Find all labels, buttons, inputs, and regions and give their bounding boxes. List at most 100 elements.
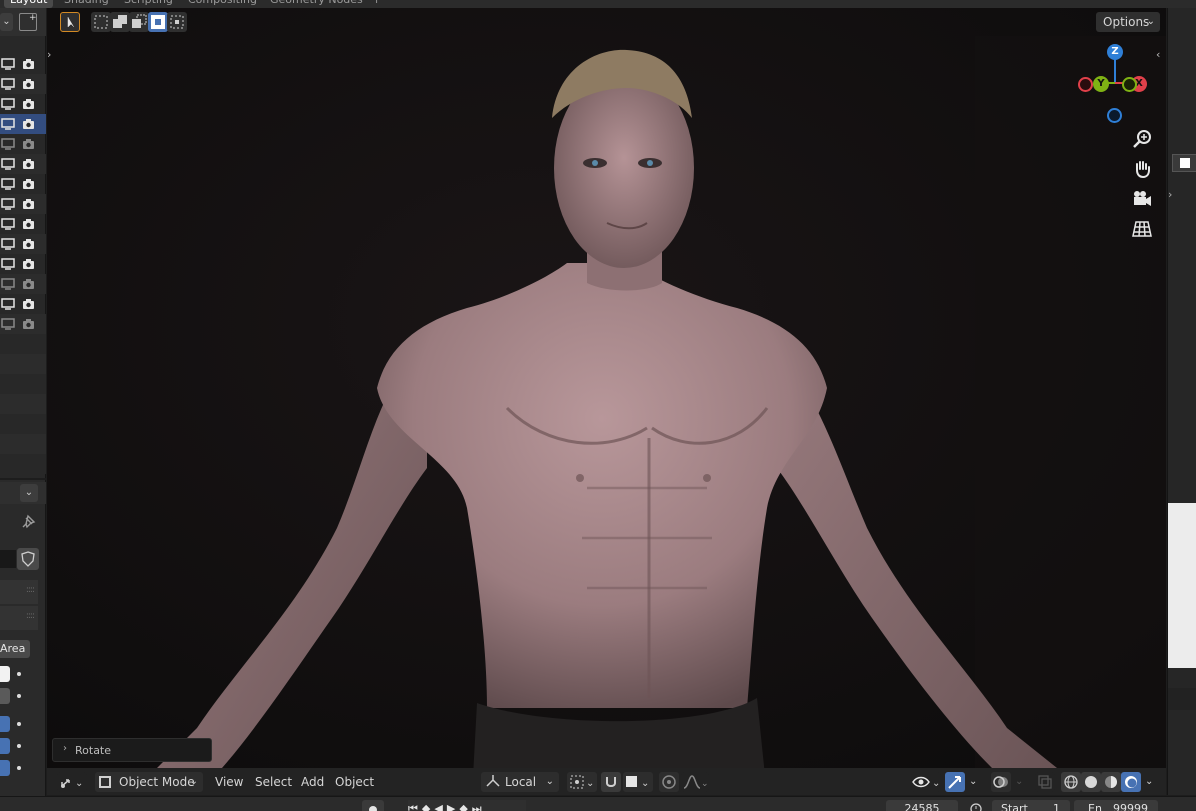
jump-end-icon[interactable]: ⏭ (472, 802, 486, 811)
tab-shading[interactable]: Shading (64, 0, 109, 8)
monitor-icon[interactable] (1, 158, 15, 170)
properties-tab[interactable] (1172, 154, 1196, 172)
keyframe-dot-icon[interactable] (17, 766, 21, 770)
prev-keyframe-icon[interactable]: ◆ (422, 802, 434, 811)
render-camera-icon[interactable] (22, 98, 35, 110)
xray-toggle[interactable] (1035, 772, 1055, 792)
chevron-down-icon[interactable]: ⌄ (20, 484, 38, 502)
mode-invert-button[interactable] (148, 12, 168, 32)
render-camera-icon[interactable] (22, 258, 35, 270)
object-mode-dropdown[interactable]: Object Mode ⌄ (95, 772, 203, 792)
menu-object[interactable]: Object (335, 772, 374, 792)
mode-subtract-button[interactable] (129, 12, 149, 32)
overlays-toggle[interactable] (991, 772, 1011, 792)
keyframe-dot-icon[interactable] (17, 672, 21, 676)
shading-rendered-button[interactable] (1121, 772, 1141, 792)
record-button[interactable] (362, 800, 384, 811)
axis-z-button[interactable]: Z (1107, 44, 1123, 60)
stopwatch-icon[interactable] (968, 800, 984, 811)
shading-wireframe-button[interactable] (1061, 772, 1081, 792)
outliner-row[interactable] (0, 234, 46, 254)
editor-type-dropdown[interactable]: ⌄ (57, 772, 87, 792)
chevron-right-icon[interactable]: › (1168, 188, 1172, 201)
render-camera-icon[interactable] (22, 238, 35, 250)
navigation-gizmo[interactable]: Z X Y (1077, 43, 1147, 133)
outliner-row[interactable] (0, 94, 46, 114)
current-frame-field[interactable]: 24585 (886, 800, 958, 811)
visibility-dropdown[interactable]: ⌄ (911, 772, 941, 792)
outliner-row[interactable] (0, 214, 46, 234)
render-camera-icon[interactable] (22, 58, 35, 70)
toggle-blue[interactable] (0, 760, 10, 776)
end-frame-field[interactable]: En 99999 (1074, 800, 1158, 811)
outliner-row[interactable] (0, 54, 46, 74)
mode-intersect-button[interactable] (167, 12, 187, 32)
panel-section[interactable]: :::: (0, 580, 38, 604)
sidebar-expand-icon[interactable]: ‹ (1156, 48, 1160, 61)
render-camera-icon[interactable] (22, 178, 35, 190)
select-box-tool-button[interactable] (60, 12, 80, 32)
outliner-row[interactable] (0, 254, 46, 274)
drag-handle-icon[interactable]: :::: (26, 611, 35, 621)
tab-compositing[interactable]: Compositing (188, 0, 257, 8)
play-icon[interactable]: ▶ (447, 802, 459, 811)
outliner-row[interactable] (0, 314, 46, 334)
keyframe-dot-icon[interactable] (17, 694, 21, 698)
render-camera-icon[interactable] (22, 278, 35, 290)
monitor-icon[interactable] (1, 238, 15, 250)
color-white-swatch[interactable] (0, 666, 10, 682)
mode-extend-button[interactable] (110, 12, 130, 32)
outliner-row[interactable] (0, 174, 46, 194)
monitor-icon[interactable] (1, 318, 15, 330)
outliner-row[interactable] (0, 154, 46, 174)
tab-scripting[interactable]: Scripting (124, 0, 173, 8)
hand-pan-icon[interactable] (1131, 158, 1153, 180)
keyframe-dot-icon[interactable] (17, 744, 21, 748)
outliner-row[interactable] (0, 294, 46, 314)
render-camera-icon[interactable] (22, 298, 35, 310)
render-camera-icon[interactable] (22, 218, 35, 230)
monitor-icon[interactable] (1, 98, 15, 110)
play-reverse-icon[interactable]: ◀ (434, 802, 446, 811)
options-dropdown[interactable]: Options ⌄ (1096, 12, 1160, 32)
render-camera-icon[interactable] (22, 198, 35, 210)
axis-neg-y-button[interactable] (1122, 77, 1137, 92)
render-camera-icon[interactable] (22, 158, 35, 170)
monitor-icon[interactable] (1, 178, 15, 190)
tab-layout[interactable]: Layout (4, 0, 54, 8)
operator-panel[interactable]: › Rotate (52, 738, 212, 762)
transform-orientation-dropdown[interactable]: Local ⌄ (481, 772, 559, 792)
monitor-icon[interactable] (1, 278, 15, 290)
shield-button[interactable] (17, 548, 39, 570)
tab-geometry-nodes[interactable]: Geometry Nodes (270, 0, 363, 8)
next-keyframe-icon[interactable]: ◆ (459, 802, 471, 811)
grid-view-icon[interactable] (1131, 218, 1153, 240)
monitor-icon[interactable] (1, 298, 15, 310)
render-camera-icon[interactable] (22, 78, 35, 90)
playback-controls[interactable]: ⏮◆◀▶◆⏭ (408, 800, 526, 811)
panel-section[interactable]: :::: (0, 606, 38, 630)
toggle-blue[interactable] (0, 716, 10, 732)
proportional-edit-toggle[interactable] (659, 772, 679, 792)
monitor-icon[interactable] (1, 78, 15, 90)
toolbar-expand-icon[interactable]: › (47, 48, 51, 61)
axis-neg-z-button[interactable] (1107, 108, 1122, 123)
new-collection-icon[interactable]: + (19, 13, 37, 31)
outliner-row[interactable] (0, 134, 46, 154)
monitor-icon[interactable] (1, 198, 15, 210)
mode-set-button[interactable] (91, 12, 111, 32)
snap-target-dropdown[interactable]: ⌄ (623, 772, 653, 792)
tab-add[interactable]: + (372, 0, 381, 8)
render-camera-icon[interactable] (22, 138, 35, 150)
outliner-row[interactable] (0, 274, 46, 294)
color-gray-swatch[interactable] (0, 688, 10, 704)
zoom-icon[interactable] (1131, 128, 1153, 150)
camera-icon[interactable] (1131, 188, 1153, 210)
render-camera-icon[interactable] (22, 118, 35, 130)
area-button[interactable]: Area (0, 640, 30, 658)
monitor-icon[interactable] (1, 58, 15, 70)
shading-solid-button[interactable] (1081, 772, 1101, 792)
chevron-down-icon[interactable]: ⌄ (1015, 772, 1023, 792)
menu-view[interactable]: View (215, 772, 243, 792)
keyframe-dot-icon[interactable] (17, 722, 21, 726)
